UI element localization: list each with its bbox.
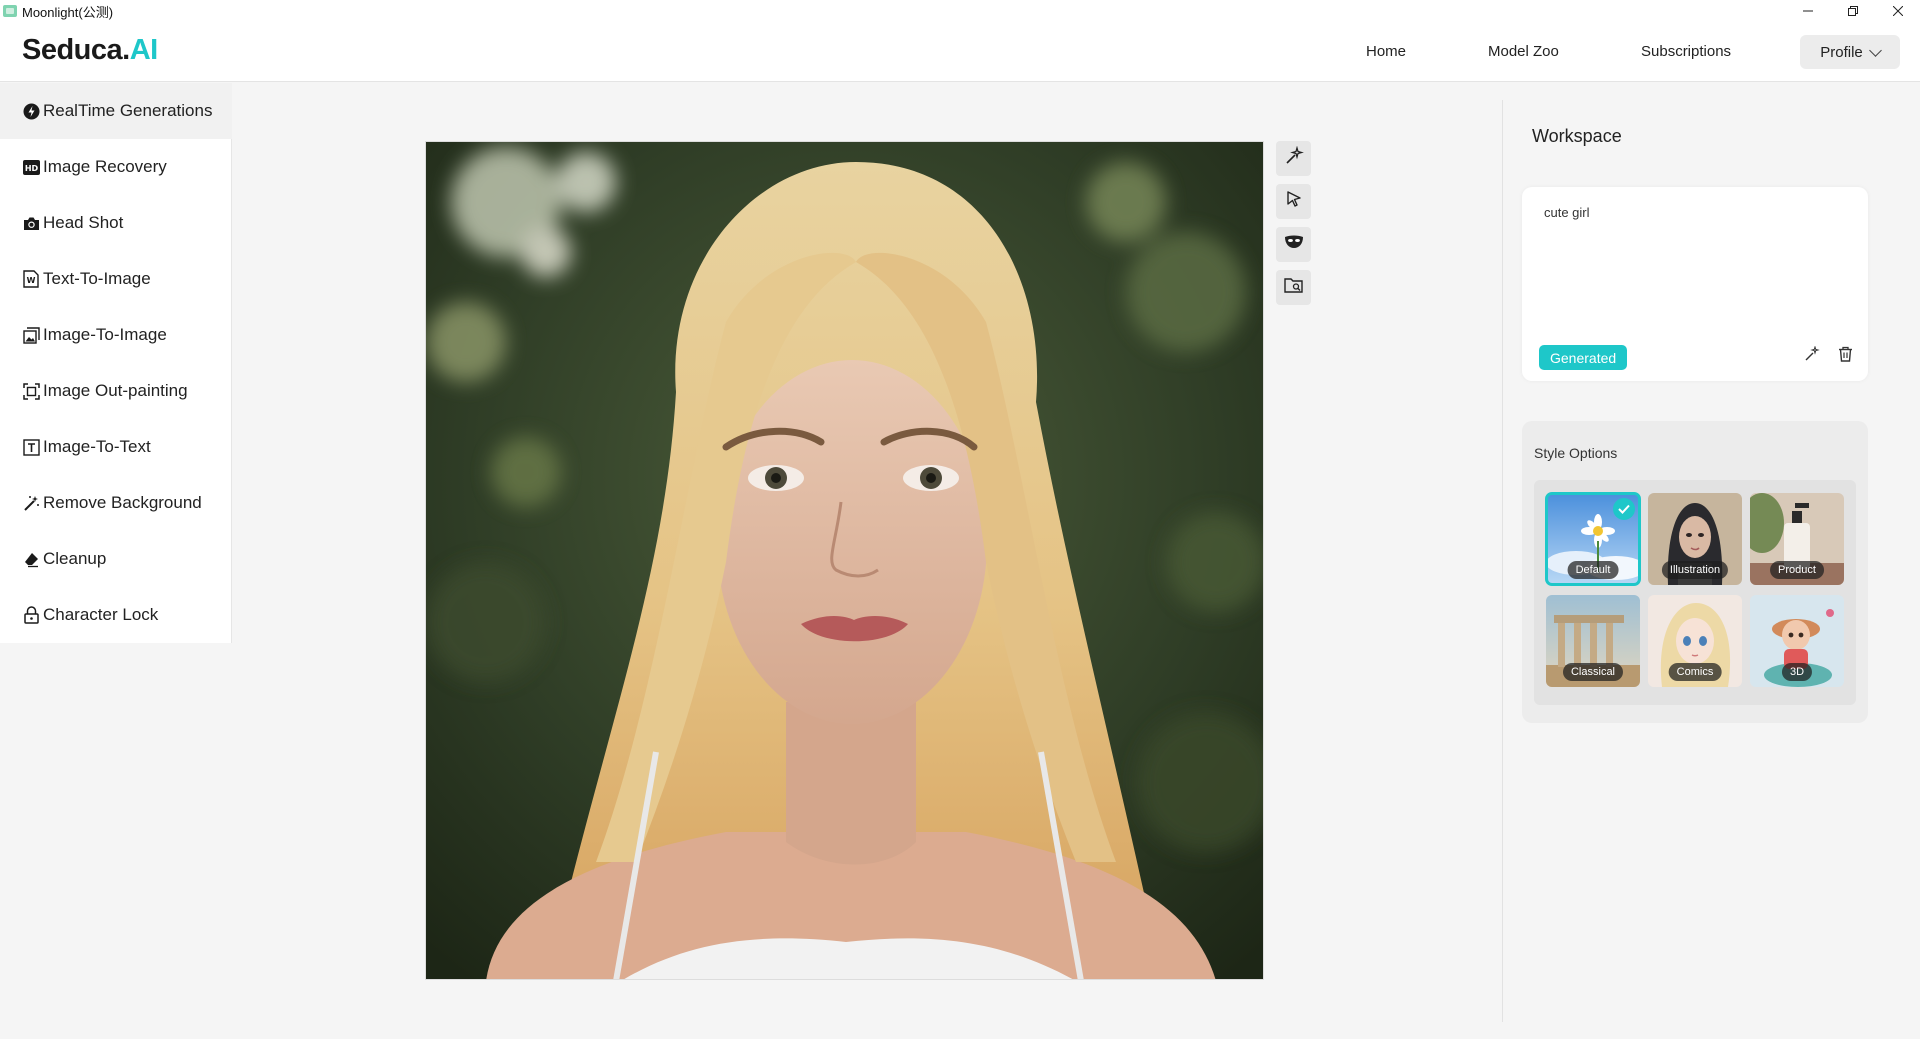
prompt-card[interactable]: cute girl Generated: [1522, 187, 1868, 381]
mask-icon: [1283, 233, 1305, 256]
sidebar-item-image-recovery[interactable]: HD Image Recovery: [0, 139, 232, 195]
style-tile-illustration[interactable]: Illustration: [1648, 493, 1742, 585]
eraser-icon: [22, 550, 40, 568]
sidebar-item-character-lock[interactable]: Character Lock: [0, 587, 232, 643]
word-doc-icon: W: [22, 270, 40, 288]
magic-sparkle-tool[interactable]: [1276, 141, 1311, 176]
hd-icon: HD: [22, 158, 40, 176]
brand-main: Seduca.: [22, 34, 130, 66]
sidebar-item-image-to-image[interactable]: Image-To-Image: [0, 307, 232, 363]
style-label: Illustration: [1661, 561, 1729, 579]
style-grid: Default Illustration Product Classical C…: [1534, 480, 1856, 705]
style-tile-product[interactable]: Product: [1750, 493, 1844, 585]
sidebar-item-cleanup[interactable]: Cleanup: [0, 531, 232, 587]
sidebar-item-image-out-painting[interactable]: Image Out-painting: [0, 363, 232, 419]
trash-icon[interactable]: [1834, 343, 1856, 365]
sidebar-item-label: Remove Background: [43, 493, 202, 512]
svg-text:W: W: [27, 276, 36, 285]
sidebar-item-label: Character Lock: [43, 605, 159, 624]
style-options-panel: Style Options Default Illustration Produ…: [1522, 421, 1868, 723]
sidebar-item-label: Cleanup: [43, 549, 107, 568]
app-icon: [3, 5, 17, 17]
sidebar-item-label: Image Recovery: [43, 157, 167, 176]
brand-logo[interactable]: Seduca.AI: [22, 34, 158, 67]
camera-icon: [22, 214, 40, 232]
sidebar-item-head-shot[interactable]: Head Shot: [0, 195, 232, 251]
sidebar: RealTime Generations HD Image Recovery H…: [0, 83, 232, 643]
style-tile-comics[interactable]: Comics: [1648, 595, 1742, 687]
profile-dropdown[interactable]: Profile: [1800, 35, 1900, 69]
restore-icon[interactable]: [1830, 0, 1875, 22]
nav-model-zoo[interactable]: Model Zoo: [1488, 43, 1559, 60]
lock-icon: [22, 606, 40, 624]
chevron-down-icon: [1868, 43, 1882, 57]
style-label: Comics: [1668, 663, 1722, 681]
top-header: Seduca.AI Home Model Zoo Subscriptions P…: [0, 22, 1920, 82]
expand-frame-icon: [22, 382, 40, 400]
sidebar-item-label: Image-To-Text: [43, 437, 151, 456]
sidebar-item-realtime-generations[interactable]: RealTime Generations: [0, 83, 232, 139]
style-tile-default[interactable]: Default: [1545, 492, 1641, 586]
brand-accent: AI: [129, 34, 159, 66]
generated-image[interactable]: [425, 141, 1264, 980]
window-title: Moonlight(公测): [22, 4, 114, 20]
status-badge: Generated: [1539, 345, 1628, 370]
nav-home[interactable]: Home: [1366, 43, 1406, 60]
window-titlebar: Moonlight(公测): [0, 0, 1920, 22]
sidebar-item-label: Head Shot: [43, 213, 124, 232]
sidebar-item-label: Text-To-Image: [43, 269, 151, 288]
pointer-tool[interactable]: [1276, 184, 1311, 219]
realtime-icon: [22, 102, 40, 120]
minimize-icon[interactable]: [1785, 0, 1830, 22]
style-label: Default: [1567, 561, 1619, 579]
prompt-text[interactable]: cute girl: [1544, 205, 1590, 220]
style-label: 3D: [1781, 663, 1813, 681]
profile-label: Profile: [1820, 43, 1863, 61]
image-stack-icon: [22, 326, 40, 344]
folder-search-tool[interactable]: [1276, 270, 1311, 305]
magic-sparkle-icon: [1284, 145, 1304, 171]
style-tile-classical[interactable]: Classical: [1546, 595, 1640, 687]
panel-divider: [1502, 100, 1503, 1022]
style-tile-3d[interactable]: 3D: [1750, 595, 1844, 687]
magic-wand-icon[interactable]: [1801, 343, 1823, 365]
style-label: Classical: [1562, 663, 1624, 681]
magic-wand-icon: [22, 494, 40, 512]
style-options-title: Style Options: [1534, 445, 1618, 461]
sidebar-item-label: Image Out-painting: [43, 381, 188, 400]
folder-search-icon: [1283, 276, 1304, 299]
nav-subscriptions[interactable]: Subscriptions: [1641, 43, 1731, 60]
svg-text:HD: HD: [24, 164, 38, 173]
sidebar-item-remove-background[interactable]: Remove Background: [0, 475, 232, 531]
window-controls: [1785, 0, 1920, 22]
workspace-title: Workspace: [1532, 126, 1622, 146]
text-box-icon: [22, 438, 40, 456]
checkmark-icon: [1613, 498, 1635, 520]
mask-tool[interactable]: [1276, 227, 1311, 262]
sidebar-item-label: Image-To-Image: [43, 325, 167, 344]
sidebar-item-text-to-image[interactable]: W Text-To-Image: [0, 251, 232, 307]
style-label: Product: [1770, 561, 1824, 579]
close-icon[interactable]: [1875, 0, 1920, 22]
sidebar-item-image-to-text[interactable]: Image-To-Text: [0, 419, 232, 475]
pointer-icon: [1284, 189, 1304, 214]
sidebar-item-label: RealTime Generations: [43, 101, 213, 120]
